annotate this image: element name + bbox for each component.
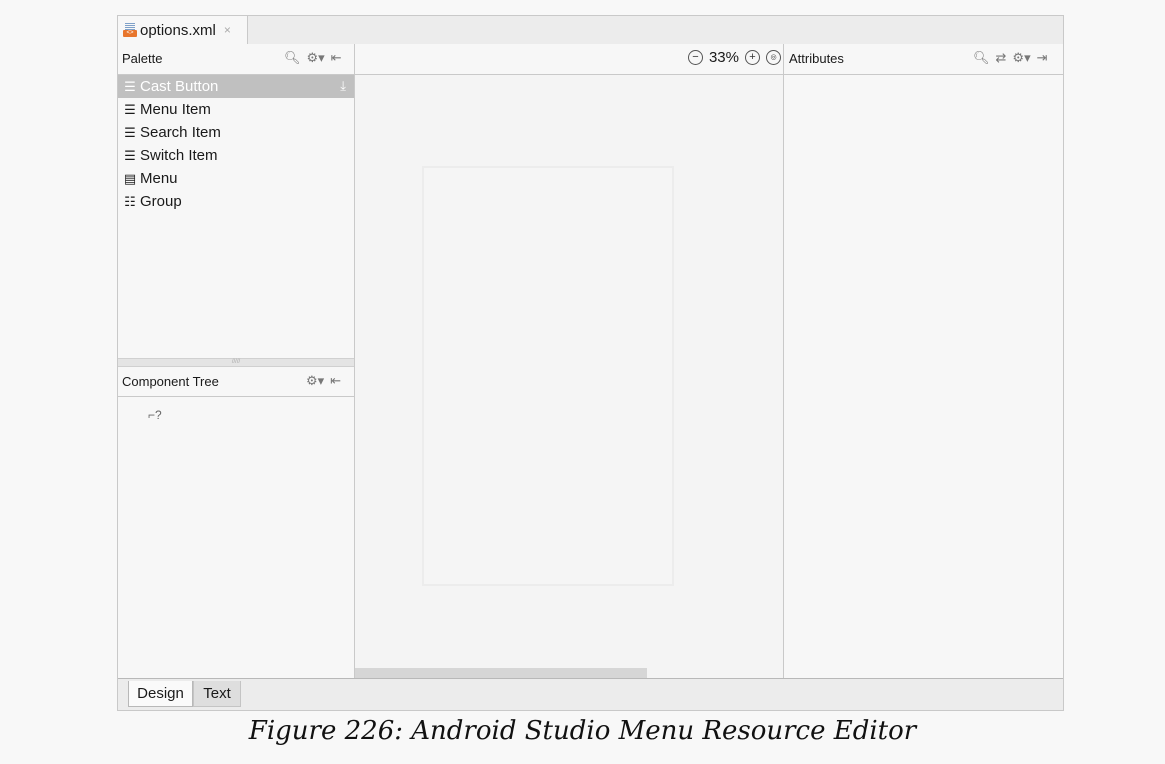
file-tab-options-xml[interactable]: <> options.xml × bbox=[118, 16, 248, 44]
unknown-component-icon[interactable]: ⌐? bbox=[148, 408, 162, 422]
palette-item-label: Menu Item bbox=[140, 101, 211, 118]
tab-design[interactable]: Design bbox=[128, 681, 193, 707]
design-canvas[interactable] bbox=[355, 75, 783, 678]
palette-item-label: Switch Item bbox=[140, 147, 218, 164]
palette-item-label: Cast Button bbox=[140, 78, 219, 95]
palette-item-label: Group bbox=[140, 193, 182, 210]
list-icon: ☰ bbox=[124, 78, 136, 94]
download-icon[interactable]: ⤓ bbox=[340, 78, 346, 94]
list-icon: ☰ bbox=[124, 101, 136, 117]
editor-window: <> options.xml × Palette 🔍︎ ⚙▾ ⇤ − 33% +… bbox=[117, 15, 1064, 711]
attributes-divider[interactable] bbox=[783, 44, 784, 678]
gear-icon[interactable]: ⚙▾ bbox=[1012, 50, 1030, 66]
zoom-level: 33% bbox=[708, 49, 739, 66]
palette-item-label: Search Item bbox=[140, 124, 221, 141]
search-icon[interactable]: 🔍︎ bbox=[284, 50, 301, 66]
hide-panel-icon[interactable]: ⇥ bbox=[1037, 50, 1048, 66]
device-preview[interactable] bbox=[422, 166, 674, 586]
panel-header-row: Palette 🔍︎ ⚙▾ ⇤ − 33% + ◎ Attributes 🔍︎ … bbox=[118, 44, 1063, 75]
palette-list: ☰ Cast Button ⤓ ☰ Menu Item ☰ Search Ite… bbox=[118, 75, 354, 213]
list-icon: ☰ bbox=[124, 124, 136, 140]
component-tree-header: Component Tree ⚙▾ ⇤ bbox=[118, 367, 354, 397]
grid-icon: ☷ bbox=[124, 193, 136, 209]
search-icon[interactable]: 🔍︎ bbox=[973, 50, 990, 66]
palette-item-cast-button[interactable]: ☰ Cast Button ⤓ bbox=[118, 75, 354, 98]
editor-mode-tabs: Design Text bbox=[118, 678, 1063, 710]
zoom-fit-icon[interactable]: ◎ bbox=[766, 50, 781, 65]
palette-item-menu-item[interactable]: ☰ Menu Item bbox=[118, 98, 354, 121]
gear-icon[interactable]: ⚙▾ bbox=[306, 373, 324, 389]
tab-text[interactable]: Text bbox=[193, 681, 241, 707]
zoom-in-icon[interactable]: + bbox=[745, 50, 760, 65]
tab-text-label: Text bbox=[203, 685, 231, 702]
component-tree-title: Component Tree bbox=[122, 374, 219, 389]
file-tab-label: options.xml bbox=[140, 21, 216, 39]
palette-item-search-item[interactable]: ☰ Search Item bbox=[118, 121, 354, 144]
hide-panel-icon[interactable]: ⇤ bbox=[330, 373, 341, 389]
menu-icon: ▤ bbox=[123, 170, 137, 186]
file-tab-bar: <> options.xml × bbox=[118, 16, 1063, 45]
gear-icon[interactable]: ⚙▾ bbox=[307, 50, 325, 66]
figure-caption: Figure 226: Android Studio Menu Resource… bbox=[248, 716, 917, 746]
palette-splitter[interactable]: ///// bbox=[118, 358, 354, 367]
zoom-out-icon[interactable]: − bbox=[687, 50, 703, 65]
palette-title: Palette bbox=[122, 51, 163, 66]
swap-icon[interactable]: ⇄ bbox=[996, 50, 1007, 66]
palette-item-menu[interactable]: ▤ Menu bbox=[118, 167, 354, 190]
hide-panel-icon[interactable]: ⇤ bbox=[331, 50, 342, 66]
attributes-title: Attributes bbox=[789, 51, 844, 66]
palette-item-switch-item[interactable]: ☰ Switch Item bbox=[118, 144, 354, 167]
zoom-controls: − 33% + ◎ bbox=[687, 49, 781, 66]
palette-item-group[interactable]: ☷ Group bbox=[118, 190, 354, 213]
tab-design-label: Design bbox=[137, 685, 184, 702]
close-icon[interactable]: × bbox=[224, 23, 231, 37]
palette-item-label: Menu bbox=[140, 170, 178, 187]
xml-file-icon: <> bbox=[123, 23, 137, 37]
horizontal-scrollbar[interactable] bbox=[355, 668, 647, 678]
list-icon: ☰ bbox=[124, 147, 136, 163]
